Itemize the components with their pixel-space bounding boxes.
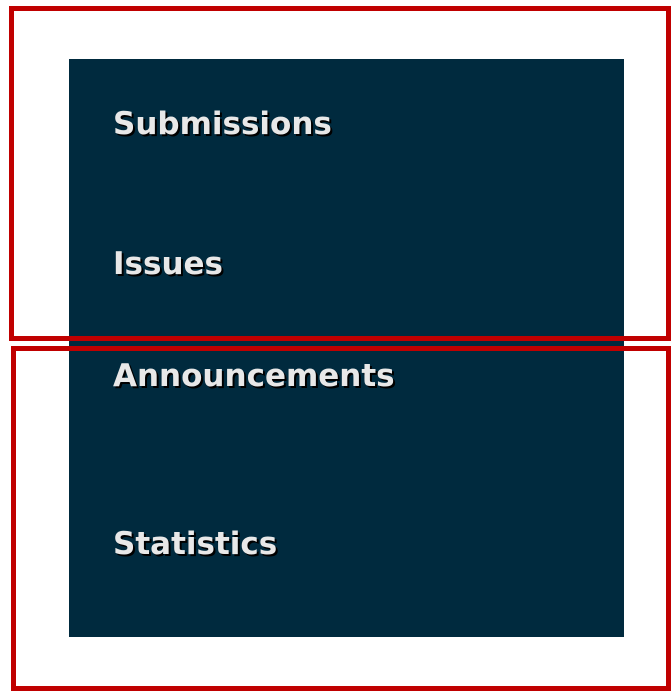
- nav-item-announcements[interactable]: Announcements: [113, 361, 395, 392]
- nav-item-submissions[interactable]: Submissions: [113, 109, 332, 140]
- screenshot-canvas: Submissions Issues Announcements Statist…: [0, 0, 671, 691]
- sidebar-nav-menu: Submissions Issues Announcements Statist…: [69, 59, 624, 637]
- nav-item-statistics[interactable]: Statistics: [113, 529, 277, 560]
- nav-item-issues[interactable]: Issues: [113, 249, 223, 280]
